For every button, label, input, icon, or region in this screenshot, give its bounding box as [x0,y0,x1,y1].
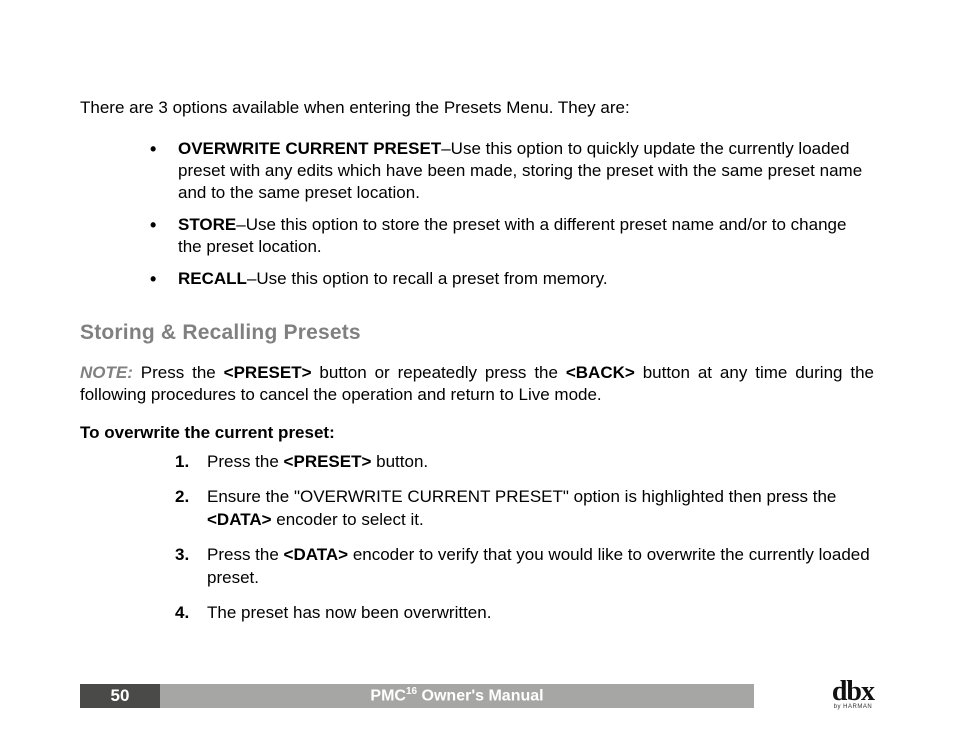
subheading: To overwrite the current preset: [80,423,874,443]
footer-title-box: PMC16 Owner's Manual [160,684,754,708]
option-term: RECALL [178,269,247,288]
note-text: button or repeatedly press the [312,363,566,382]
option-desc: –Use this option to store the preset wit… [178,215,846,256]
step-text: The preset has now been overwritten. [207,603,491,622]
list-item: STORE–Use this option to store the prese… [150,214,874,258]
option-desc: –Use this option to recall a preset from… [247,269,608,288]
step-item: Press the <PRESET> button. [175,451,874,474]
step-text: Ensure the "OVERWRITE CURRENT PRESET" op… [207,487,836,506]
step-text: button. [371,452,428,471]
product-name: PMC16 Owner's Manual [370,686,543,705]
note-label: NOTE: [80,363,133,382]
button-ref-preset: <PRESET> [224,363,312,382]
section-heading: Storing & Recalling Presets [80,321,874,345]
note-paragraph: NOTE: Press the <PRESET> button or repea… [80,362,874,408]
brand-main-text: dbx [832,678,874,706]
button-ref-data: <DATA> [207,510,272,529]
step-item: The preset has now been overwritten. [175,602,874,625]
step-text: Press the [207,545,284,564]
button-ref-back: <BACK> [566,363,635,382]
page-number-box: 50 [80,684,160,708]
step-item: Press the <DATA> encoder to verify that … [175,544,874,590]
page-footer: 50 PMC16 Owner's Manual dbx by HARMAN [80,680,874,708]
options-list: OVERWRITE CURRENT PRESET –Use this option… [80,138,874,291]
footer-bar: 50 PMC16 Owner's Manual [80,684,754,708]
button-ref-data: <DATA> [284,545,349,564]
steps-list: Press the <PRESET> button. Ensure the "O… [80,451,874,625]
option-term: OVERWRITE CURRENT PRESET [178,139,441,158]
page-number: 50 [111,686,130,706]
list-item: OVERWRITE CURRENT PRESET–Use this option… [150,138,874,204]
step-text: Press the [207,452,284,471]
button-ref-preset: <PRESET> [284,452,372,471]
option-term: STORE [178,215,236,234]
brand-logo: dbx by HARMAN [832,678,874,710]
intro-paragraph: There are 3 options available when enter… [80,97,874,120]
manual-label: Owner's Manual [417,688,544,705]
brand-sub-text: by HARMAN [832,704,874,710]
product-prefix: PMC [370,688,406,705]
note-text: Press the [133,363,224,382]
step-item: Ensure the "OVERWRITE CURRENT PRESET" op… [175,486,874,532]
product-super: 16 [406,686,417,697]
document-page: There are 3 options available when enter… [0,0,954,738]
list-item: RECALL–Use this option to recall a prese… [150,268,874,290]
step-text: encoder to select it. [272,510,424,529]
